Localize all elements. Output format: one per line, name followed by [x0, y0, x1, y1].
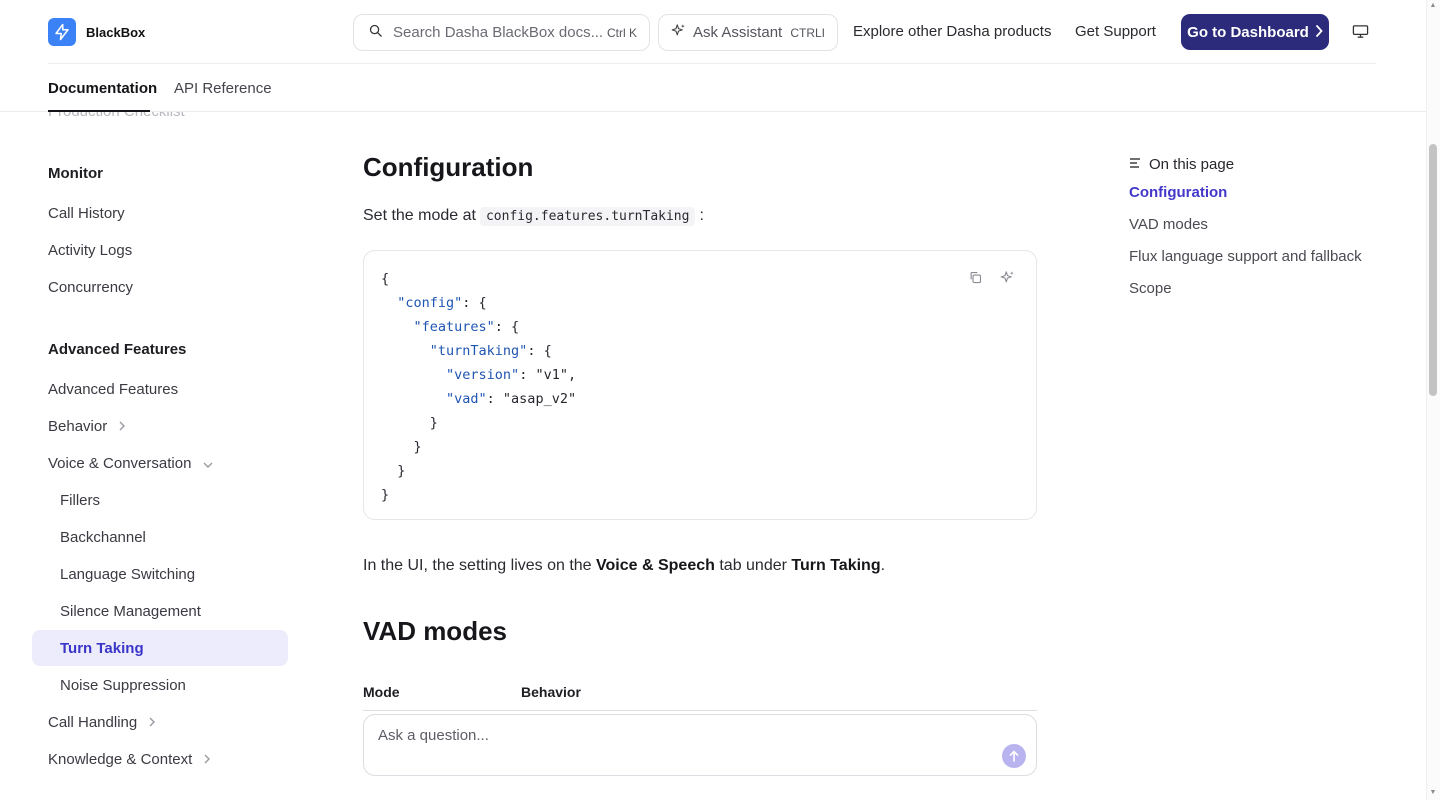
toc-item-configuration[interactable]: Configuration	[1129, 184, 1227, 201]
tab-api-reference[interactable]: API Reference	[174, 80, 272, 97]
code-line: "config": {	[397, 295, 487, 311]
chevron-right-icon	[119, 420, 126, 434]
dashboard-button-label: Go to Dashboard	[1187, 23, 1309, 41]
sidebar-item-advanced-features[interactable]: Advanced Features	[48, 381, 178, 398]
sidebar-item-language-switching[interactable]: Language Switching	[60, 566, 195, 583]
ask-assistant-button[interactable]: Ask Assistant CTRLI	[658, 14, 838, 51]
chevron-right-icon	[149, 716, 156, 730]
sidebar-item-activity-logs[interactable]: Activity Logs	[48, 242, 132, 259]
sidebar-item-call-handling[interactable]: Call Handling	[48, 714, 156, 731]
go-to-dashboard-button[interactable]: Go to Dashboard	[1181, 14, 1329, 50]
sidebar-item-silence-management[interactable]: Silence Management	[60, 603, 201, 620]
code-content: { "config": { "features": { "turnTaking"…	[381, 267, 576, 507]
assistant-shortcut: CTRLI	[790, 25, 825, 40]
scrollbar-thumb[interactable]	[1429, 144, 1437, 396]
ui-setting-note: In the UI, the setting lives on the Voic…	[363, 557, 886, 574]
list-icon	[1129, 156, 1141, 173]
chevron-right-icon	[204, 753, 211, 767]
scroll-up-arrow-icon[interactable]: ▲	[1429, 2, 1437, 9]
sidebar-item-concurrency[interactable]: Concurrency	[48, 279, 133, 296]
sidebar-item-turn-taking[interactable]: Turn Taking	[60, 640, 144, 657]
code-line: }	[381, 487, 390, 503]
code-line: "vad": "asap_v2"	[446, 391, 577, 407]
table-header-mode: Mode	[363, 684, 400, 700]
sidebar-item-backchannel[interactable]: Backchannel	[60, 529, 146, 546]
sidebar-item-voice-conversation[interactable]: Voice & Conversation	[48, 455, 213, 472]
search-box[interactable]: Search Dasha BlackBox docs... Ctrl K	[353, 14, 650, 51]
sparkle-icon	[671, 23, 686, 43]
monitor-icon[interactable]	[1352, 24, 1369, 44]
code-line: "version": "v1",	[446, 367, 577, 383]
ask-question-box	[363, 714, 1037, 776]
sparkle-icon[interactable]	[997, 267, 1017, 287]
brand-logo[interactable]: BlackBox	[48, 18, 145, 46]
search-icon	[368, 23, 383, 43]
search-placeholder: Search Dasha BlackBox docs...	[393, 24, 604, 41]
toc-title: On this page	[1129, 156, 1234, 173]
toc-item-scope[interactable]: Scope	[1129, 280, 1172, 297]
sidebar-section-monitor: Monitor	[48, 165, 103, 182]
lightning-icon	[48, 18, 76, 46]
toc-item-flux-language[interactable]: Flux language support and fallback	[1129, 248, 1362, 265]
sidebar-item-fillers[interactable]: Fillers	[60, 492, 100, 509]
get-support-link[interactable]: Get Support	[1075, 23, 1156, 40]
tab-documentation[interactable]: Documentation	[48, 80, 157, 97]
toc-item-vad-modes[interactable]: VAD modes	[1129, 216, 1208, 233]
table-header-divider	[363, 710, 1037, 711]
sidebar-item-behavior[interactable]: Behavior	[48, 418, 126, 435]
doc-tabs: Documentation API Reference	[0, 64, 1426, 112]
send-arrow-icon[interactable]	[1002, 744, 1026, 768]
inline-code: config.features.turnTaking	[479, 207, 696, 226]
chevron-right-icon	[1315, 24, 1323, 41]
table-header-behavior: Behavior	[521, 684, 581, 700]
explore-products-link[interactable]: Explore other Dasha products	[853, 23, 1051, 40]
sidebar: Production Checklist Monitor Call Histor…	[0, 112, 300, 800]
sidebar-item-production-checklist[interactable]: Production Checklist	[48, 112, 185, 120]
code-block: { "config": { "features": { "turnTaking"…	[363, 250, 1037, 520]
configuration-intro: Set the mode at config.features.turnTakin…	[363, 207, 704, 226]
page-scrollbar[interactable]	[1426, 0, 1440, 800]
sidebar-section-advanced-features: Advanced Features	[48, 341, 187, 358]
code-line: }	[381, 463, 406, 479]
chevron-down-icon	[203, 457, 213, 471]
scroll-down-arrow-icon[interactable]: ▼	[1429, 789, 1437, 796]
copy-icon[interactable]	[965, 267, 985, 287]
sidebar-item-noise-suppression[interactable]: Noise Suppression	[60, 677, 186, 694]
top-bar: BlackBox Search Dasha BlackBox docs... C…	[0, 0, 1426, 64]
ask-assistant-label: Ask Assistant	[693, 24, 783, 41]
search-shortcut: Ctrl K	[607, 25, 637, 40]
sidebar-item-call-history[interactable]: Call History	[48, 205, 125, 222]
brand-name: BlackBox	[86, 24, 146, 40]
code-line: }	[381, 439, 422, 455]
sidebar-item-knowledge-context[interactable]: Knowledge & Context	[48, 751, 211, 768]
code-line: {	[381, 271, 390, 287]
code-line: }	[381, 415, 438, 431]
ask-question-input[interactable]	[378, 727, 978, 744]
code-line: "features": {	[413, 319, 520, 335]
code-line: "turnTaking": {	[429, 343, 552, 359]
vad-modes-heading: VAD modes	[363, 616, 507, 646]
configuration-heading: Configuration	[363, 152, 534, 182]
